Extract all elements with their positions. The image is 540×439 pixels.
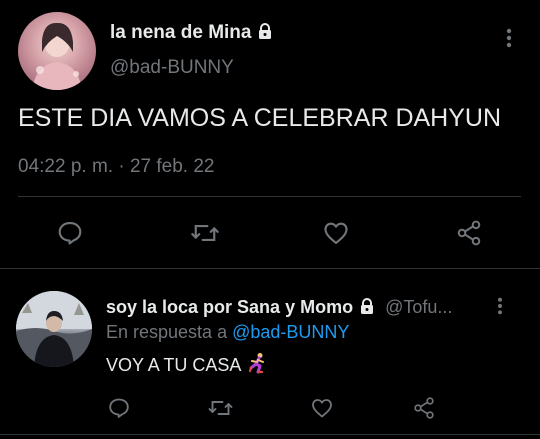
display-name[interactable]: la nena de Mina [110,22,274,46]
tweet-text: ESTE DIA VAMOS A CELEBRAR DAHYUN [18,104,502,132]
divider [0,434,540,435]
display-name-text[interactable]: la nena de Mina [110,22,251,43]
running-person-icon [247,352,269,379]
reply-header: soy la loca por Sana y Momo @Tofu... [106,297,452,320]
avatar[interactable] [18,12,96,90]
reply-icon[interactable] [107,396,131,420]
more-options-icon[interactable] [499,27,519,54]
share-icon[interactable] [412,396,436,420]
like-icon[interactable] [310,396,334,420]
handle[interactable]: @Tofu... [385,297,452,317]
display-name[interactable]: soy la loca por Sana y Momo [106,297,353,317]
handle[interactable]: @bad-BUNNY [110,57,234,79]
share-icon[interactable] [455,219,483,247]
reply-text: VOY A TU CASA [106,355,242,375]
lock-icon [358,297,376,320]
lock-icon [256,22,274,46]
reply-to-link[interactable]: @bad-BUNNY [232,322,349,342]
reply-icon[interactable] [56,219,84,247]
like-icon[interactable] [322,219,350,247]
divider [18,196,521,197]
timestamp[interactable]: 04:22 p. m. · 27 feb. 22 [18,156,214,178]
reply-text-line: VOY A TU CASA [106,352,269,379]
divider [0,268,540,269]
retweet-icon[interactable] [190,219,220,247]
avatar[interactable] [16,291,92,367]
reply-context: En respuesta a @bad-BUNNY [106,322,349,343]
more-options-icon[interactable] [491,296,509,321]
retweet-icon[interactable] [207,396,234,420]
reply-prefix: En respuesta a [106,322,228,342]
